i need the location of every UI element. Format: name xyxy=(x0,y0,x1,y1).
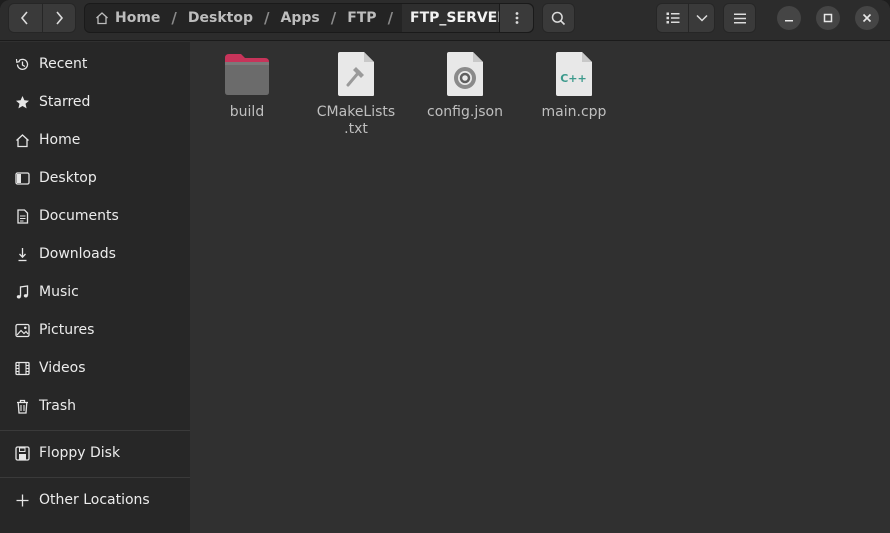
maximize-button[interactable] xyxy=(816,6,840,30)
chevron-down-icon xyxy=(695,14,708,22)
forward-button[interactable] xyxy=(41,4,75,32)
sidebar-divider xyxy=(0,477,190,478)
plus-icon xyxy=(14,492,30,508)
sidebar-item-label: Floppy Disk xyxy=(39,445,121,461)
breadcrumb-desktop[interactable]: Desktop xyxy=(186,4,255,32)
breadcrumb-label: Home xyxy=(115,10,161,26)
view-dropdown-button[interactable] xyxy=(688,4,714,32)
clock-icon xyxy=(14,56,30,72)
sidebar-item-label: Documents xyxy=(39,208,119,224)
chevron-left-icon xyxy=(21,11,29,25)
hamburger-menu-icon xyxy=(733,13,746,23)
close-button[interactable] xyxy=(855,6,879,30)
sidebar-item-documents[interactable]: Documents xyxy=(0,197,190,235)
header-bar: Home / Desktop / Apps / FTP / FTP_SERVER xyxy=(0,0,890,41)
sidebar-item-label: Music xyxy=(39,284,79,300)
music-icon xyxy=(14,284,30,300)
file-item-main-cpp[interactable]: C++ main.cpp xyxy=(524,50,624,121)
sidebar-item-label: Desktop xyxy=(39,170,97,186)
sidebar-item-videos[interactable]: Videos xyxy=(0,349,190,387)
sidebar-item-recent[interactable]: Recent xyxy=(0,45,190,83)
file-name: config.json xyxy=(427,104,503,120)
desktop-icon xyxy=(14,170,30,186)
breadcrumb-separator: / xyxy=(387,9,394,27)
breadcrumb-separator: / xyxy=(330,9,337,27)
view-options xyxy=(656,3,715,33)
floppy-disk-icon xyxy=(14,445,30,461)
sidebar-item-label: Pictures xyxy=(39,322,95,338)
star-icon xyxy=(14,94,30,110)
close-icon xyxy=(862,13,872,23)
sidebar-item-label: Videos xyxy=(39,360,86,376)
breadcrumb-separator: / xyxy=(171,9,177,27)
nav-buttons xyxy=(8,3,76,33)
file-item-config-json[interactable]: config.json xyxy=(415,50,515,121)
sidebar-divider xyxy=(0,430,190,431)
sidebar-item-pictures[interactable]: Pictures xyxy=(0,311,190,349)
list-view-button[interactable] xyxy=(657,4,688,32)
minimize-icon xyxy=(785,20,793,22)
sidebar-item-floppy-disk[interactable]: Floppy Disk xyxy=(0,434,190,472)
sidebar-item-label: Other Locations xyxy=(39,492,150,508)
home-icon xyxy=(96,12,108,25)
sidebar-item-downloads[interactable]: Downloads xyxy=(0,235,190,273)
trash-icon xyxy=(14,398,30,414)
sidebar-item-label: Downloads xyxy=(39,246,116,262)
list-view-icon xyxy=(666,12,679,24)
cmake-file-icon xyxy=(332,50,380,98)
chevron-right-icon xyxy=(56,11,64,25)
sidebar-item-label: Starred xyxy=(39,94,91,110)
maximize-icon xyxy=(823,13,833,23)
home-icon xyxy=(14,132,30,148)
document-icon xyxy=(14,208,30,224)
breadcrumb-apps[interactable]: Apps xyxy=(278,4,321,32)
sidebar-item-label: Recent xyxy=(39,56,88,72)
file-item-cmakelists[interactable]: CMakeLists .txt xyxy=(306,50,406,138)
sidebar-item-trash[interactable]: Trash xyxy=(0,387,190,425)
sidebar-item-music[interactable]: Music xyxy=(0,273,190,311)
minimize-button[interactable] xyxy=(777,6,801,30)
sidebar-item-label: Home xyxy=(39,132,81,148)
file-manager-window: Home / Desktop / Apps / FTP / FTP_SERVER xyxy=(0,0,890,533)
back-button[interactable] xyxy=(9,4,42,32)
picture-icon xyxy=(14,322,30,338)
breadcrumb: Home / Desktop / Apps / FTP / FTP_SERVER xyxy=(84,3,534,33)
main-menu-button[interactable] xyxy=(723,3,756,33)
download-icon xyxy=(14,246,30,262)
cpp-badge: C++ xyxy=(560,72,587,85)
breadcrumb-ftp[interactable]: FTP xyxy=(345,4,378,32)
cpp-file-icon: C++ xyxy=(550,50,598,98)
video-icon xyxy=(14,360,30,376)
sidebar-item-starred[interactable]: Starred xyxy=(0,83,190,121)
folder-icon xyxy=(223,50,271,98)
file-name: build xyxy=(229,104,265,120)
sidebar-item-other-locations[interactable]: Other Locations xyxy=(0,481,190,519)
sidebar: Recent Starred Home Desktop Documents Do… xyxy=(0,42,190,533)
path-menu-button[interactable] xyxy=(499,4,533,32)
search-button[interactable] xyxy=(542,3,575,33)
file-name: CMakeLists .txt xyxy=(316,104,396,137)
file-item-build[interactable]: build xyxy=(197,50,297,121)
search-icon xyxy=(551,11,566,25)
json-file-icon xyxy=(441,50,489,98)
sidebar-item-desktop[interactable]: Desktop xyxy=(0,159,190,197)
breadcrumb-separator: / xyxy=(264,9,270,27)
sidebar-item-label: Trash xyxy=(39,398,76,414)
file-view: build CMakeLists .txt config.json C++ ma… xyxy=(190,42,890,533)
vertical-dots-icon xyxy=(515,12,518,24)
breadcrumb-home[interactable]: Home xyxy=(85,4,162,32)
file-name: main.cpp xyxy=(541,104,607,120)
sidebar-item-home[interactable]: Home xyxy=(0,121,190,159)
